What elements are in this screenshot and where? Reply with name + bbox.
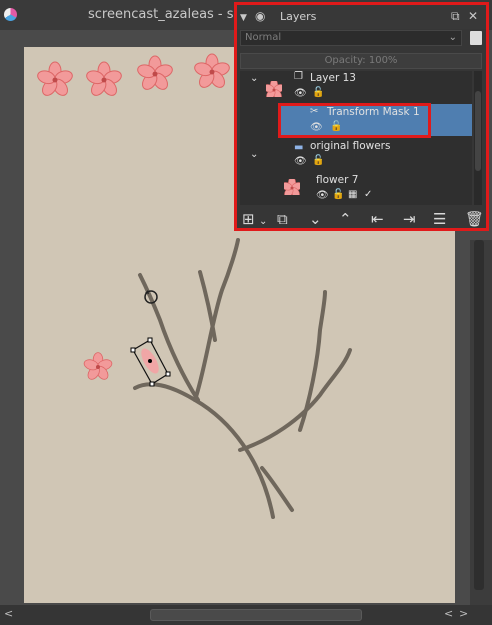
layer-list-scrollbar[interactable] [474,71,482,205]
selection-highlight-box [278,103,431,138]
docker-header: ▼ ◉ Layers ⧉ ✕ [237,5,486,29]
inherit-alpha-icon[interactable] [470,31,482,45]
layers-toolbar: ⊞ ⌄ ⧉ ⌄ ⌃ ⇤ ⇥ ☰ 🗑 [237,208,486,230]
chevron-down-icon[interactable]: ⌄ [250,149,258,160]
visibility-eye-icon[interactable]: 👁 [294,156,307,167]
layer-properties-icon[interactable]: ☰ [433,210,446,228]
horizontal-scroll-thumb[interactable] [150,609,362,621]
blending-mode-select[interactable]: Normal ⌄ [240,30,462,46]
lock-docker-icon[interactable]: ◉ [255,9,265,23]
blending-mode-value: Normal [245,32,282,43]
alpha-lock-icon[interactable]: ▦ [348,189,357,200]
layer-thumbnail [262,78,286,102]
transform-handles[interactable] [130,337,171,387]
folder-icon: ▬ [294,142,304,153]
horizontal-scrollbar[interactable]: < < > [0,605,492,625]
visibility-eye-icon[interactable]: 👁 [316,190,329,201]
layer-type-icon: ❐ [294,71,303,82]
flower-3 [135,55,175,93]
opacity-slider[interactable]: Opacity: 100% [240,53,482,69]
lock-icon[interactable]: 🔓 [312,155,324,166]
layer-list: ⌄ ❐ Layer 13 👁 🔓 ✂ Transform Mask 1 👁 🔓 … [240,71,472,205]
scroll-left-icon[interactable]: < [444,607,453,620]
scroll-right-icon[interactable]: > [459,607,468,620]
lock-icon[interactable]: 🔓 [332,189,344,200]
outdent-layer-icon[interactable]: ⇤ [371,210,384,228]
layer-row-original-flowers[interactable]: ⌄ ▬ original flowers 👁 🔓 [240,139,472,171]
vertical-scroll-thumb[interactable] [474,240,484,590]
flower-left [82,352,114,382]
docker-title: Layers [280,10,317,23]
indent-layer-icon[interactable]: ⇥ [403,210,416,228]
add-layer-icon[interactable]: ⊞ [242,210,255,228]
chevron-down-icon: ⌄ [448,32,457,43]
duplicate-layer-icon[interactable]: ⧉ [277,210,288,228]
layer-row-flower-7[interactable]: flower 7 👁 🔓 ▦ ✓ [240,171,472,203]
branch-drawing [133,238,352,519]
close-docker-icon[interactable]: ✕ [468,9,478,23]
flower-1 [35,61,75,99]
visibility-eye-icon[interactable]: 👁 [294,88,307,99]
chevron-down-icon[interactable]: ⌄ [250,73,258,84]
layer-thumbnail [280,176,304,200]
chevron-down-icon[interactable]: ⌄ [259,213,267,231]
flower-4 [192,53,232,91]
move-layer-up-icon[interactable]: ⌃ [339,210,352,228]
layer-name: original flowers [310,140,391,152]
layer-row-layer-13[interactable]: ⌄ ❐ Layer 13 👁 🔓 [240,71,472,103]
move-layer-down-icon[interactable]: ⌄ [309,210,322,228]
float-docker-icon[interactable]: ⧉ [451,9,460,23]
scroll-left-icon[interactable]: < [4,607,13,620]
inherit-alpha-icon[interactable]: ✓ [364,189,372,200]
layer-name: flower 7 [316,174,359,186]
collapse-icon[interactable]: ▼ [240,11,247,25]
flower-2 [84,61,124,99]
layer-name: Layer 13 [310,72,356,84]
lock-icon[interactable]: 🔓 [312,87,324,98]
delete-layer-icon[interactable]: 🗑 [465,210,484,228]
